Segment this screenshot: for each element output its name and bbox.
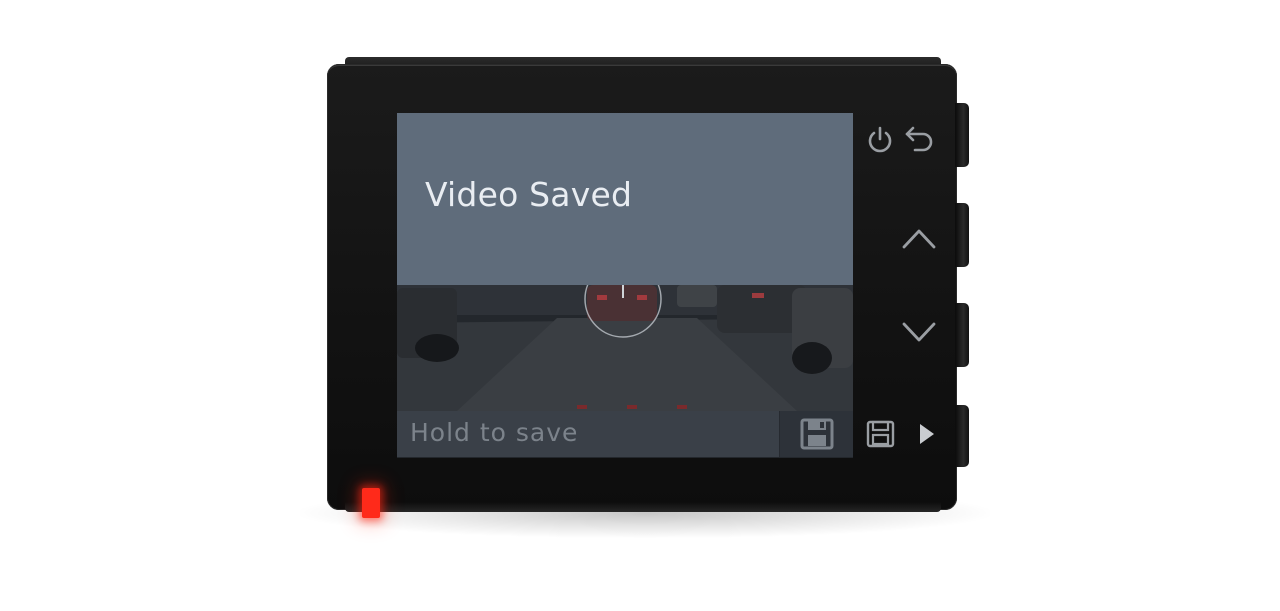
save-icon (800, 418, 834, 450)
power-icon (868, 126, 892, 153)
save-bar: Hold to save (397, 411, 853, 457)
save-icon (866, 420, 895, 448)
side-button-save-play[interactable] (955, 405, 969, 467)
device-bottom-edge (345, 502, 941, 512)
dashcam-screen: Video Saved Hold to save (397, 113, 853, 458)
save-button[interactable] (779, 411, 853, 457)
side-button-power-back[interactable] (955, 103, 969, 167)
recording-led (362, 488, 380, 518)
chevron-down-icon (902, 322, 936, 342)
chevron-up-icon (902, 229, 936, 249)
side-button-up[interactable] (955, 203, 969, 267)
notification-text: Video Saved (425, 175, 633, 214)
side-button-down[interactable] (955, 303, 969, 367)
back-icon (905, 126, 933, 152)
notification-banner: Video Saved (397, 113, 853, 285)
play-icon (920, 424, 934, 444)
save-hint-label: Hold to save (410, 418, 579, 447)
